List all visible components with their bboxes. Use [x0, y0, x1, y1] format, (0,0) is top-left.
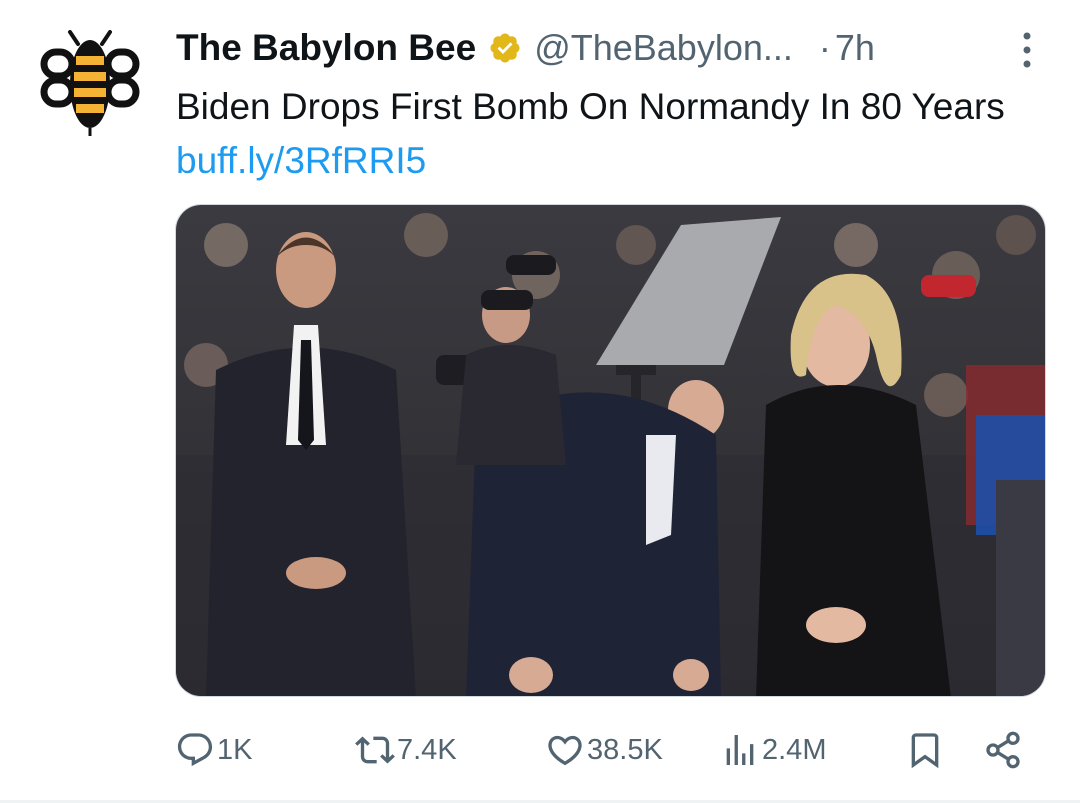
- author-handle[interactable]: @TheBabylon...: [534, 27, 793, 69]
- share-button[interactable]: [983, 722, 1023, 778]
- views-button[interactable]: 2.4M: [720, 722, 826, 778]
- author-avatar[interactable]: [40, 30, 140, 140]
- share-icon: [986, 731, 1020, 769]
- tweet-actions: 1K 7.4K 38.5K 2.4M: [175, 722, 1035, 778]
- post-time[interactable]: 7h: [835, 27, 875, 69]
- tweet-link[interactable]: buff.ly/3RfRRI5: [176, 140, 426, 181]
- repost-button[interactable]: 7.4K: [355, 722, 457, 778]
- author-name[interactable]: The Babylon Bee: [176, 27, 476, 69]
- tweet-media-photo[interactable]: [175, 204, 1046, 697]
- views-count: 2.4M: [762, 733, 827, 766]
- repost-count: 7.4K: [397, 733, 457, 766]
- reply-count: 1K: [217, 733, 253, 766]
- bookmark-icon: [911, 733, 939, 769]
- like-icon: [548, 735, 582, 766]
- tweet-text: Biden Drops First Bomb On Normandy In 80…: [176, 80, 1036, 188]
- reply-icon: [177, 733, 213, 767]
- verified-badge-icon: [490, 33, 520, 63]
- more-options-icon[interactable]: [1018, 28, 1036, 72]
- tweet-header: The Babylon Bee @TheBabylon... · 7h: [176, 26, 1040, 70]
- bookmark-button[interactable]: [905, 722, 945, 778]
- views-icon: [726, 735, 754, 765]
- time-separator: ·: [818, 27, 831, 68]
- photo-illustration: [176, 205, 1045, 696]
- like-button[interactable]: 38.5K: [545, 722, 663, 778]
- tweet-body: Biden Drops First Bomb On Normandy In 80…: [176, 86, 1005, 127]
- like-count: 38.5K: [587, 733, 663, 766]
- reply-button[interactable]: 1K: [175, 722, 252, 778]
- repost-icon: [355, 736, 395, 764]
- babylon-bee-logo: [40, 30, 140, 136]
